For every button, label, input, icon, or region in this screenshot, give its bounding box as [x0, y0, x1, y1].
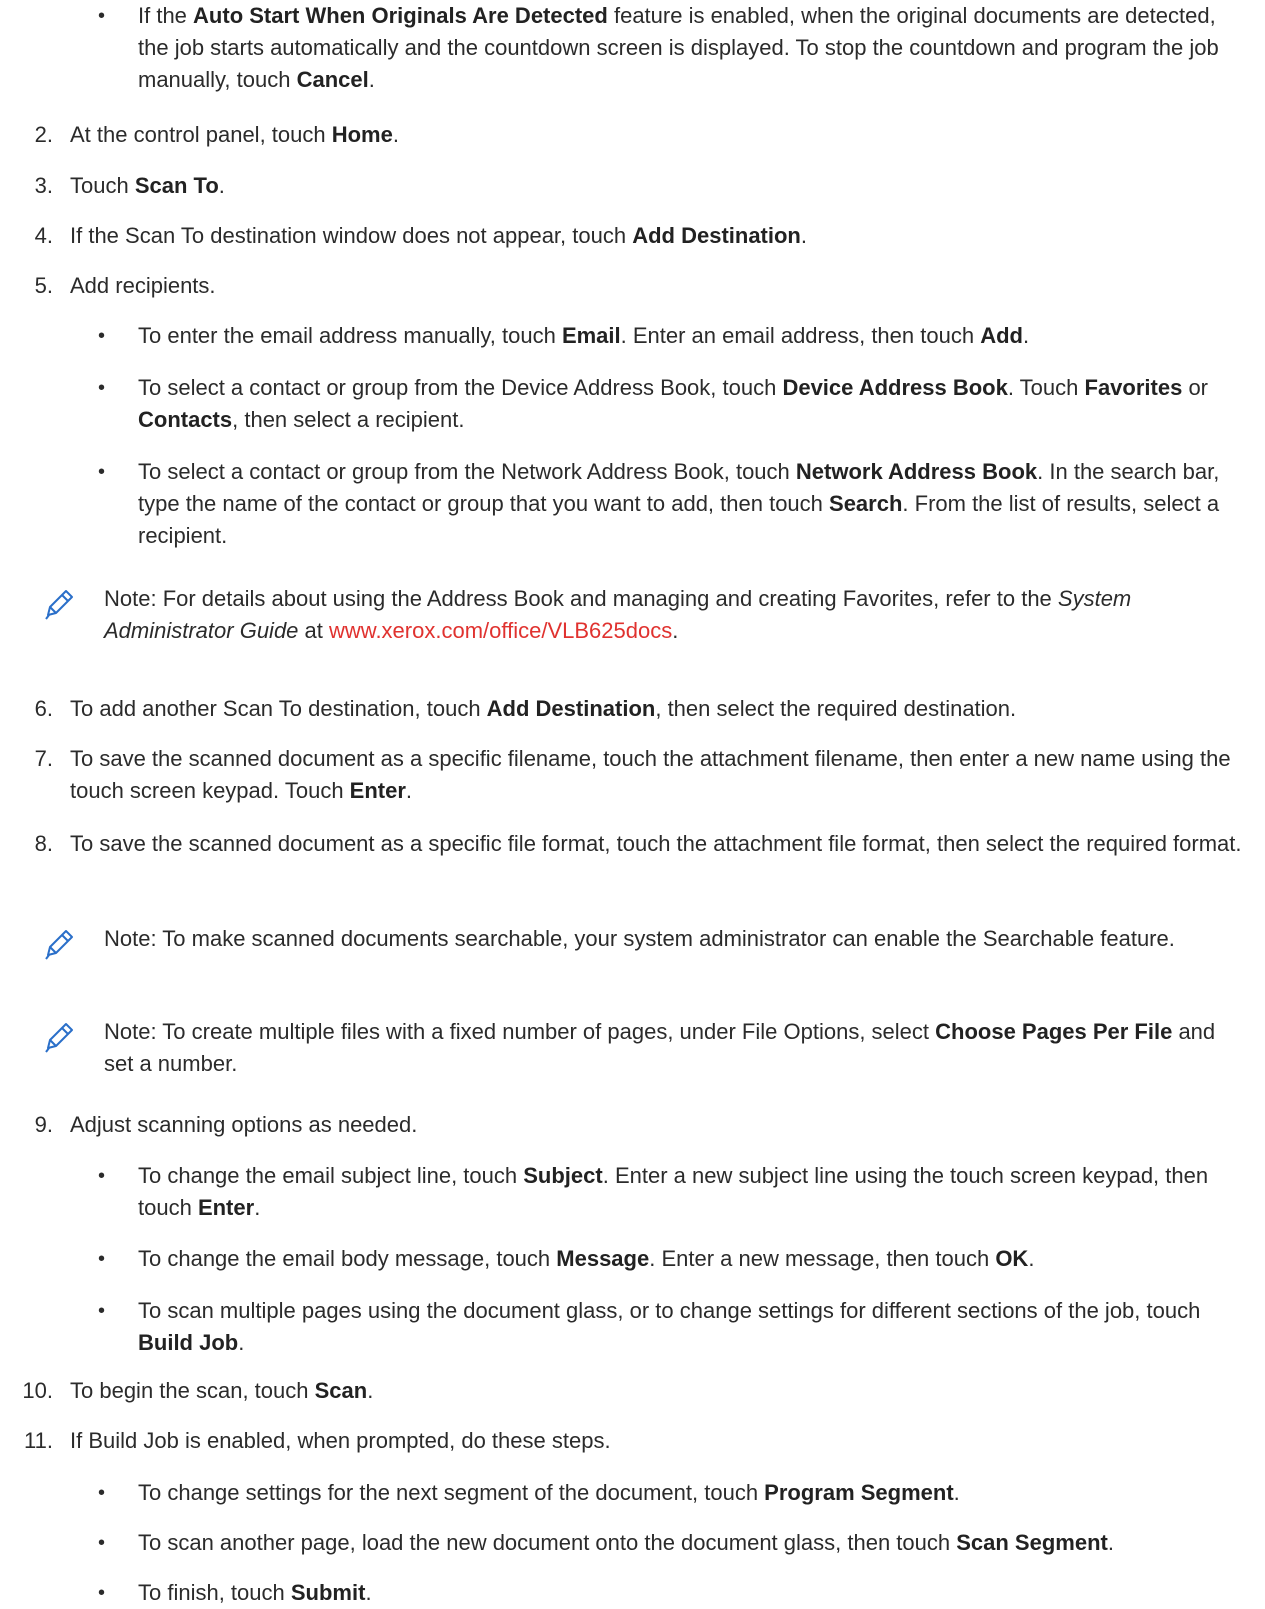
bullet: •: [98, 1532, 106, 1554]
step-number: 6.: [34, 696, 53, 721]
note-text: Note: To create multiple files with a fi…: [104, 1019, 1216, 1076]
document-page: • If the Auto Start When Originals Are D…: [0, 0, 1265, 1605]
step-text: At the control panel, touch Home.: [70, 122, 399, 147]
bullet-text: To scan multiple pages using the documen…: [138, 1298, 1201, 1355]
pencil-icon: [45, 930, 73, 960]
step-number: 3.: [34, 173, 53, 198]
bullet-text: To enter the email address manually, tou…: [138, 323, 1030, 348]
step-text: To begin the scan, touch Scan.: [70, 1378, 374, 1403]
bullet: •: [98, 1165, 106, 1187]
bullet: •: [98, 1582, 106, 1604]
step-text: To save the scanned document as a specif…: [70, 831, 1242, 856]
bullet-text: To scan another page, load the new docum…: [138, 1530, 1114, 1555]
note-text: Note: To make scanned documents searchab…: [104, 926, 1175, 951]
step-number: 9.: [34, 1112, 53, 1137]
step-number: 10.: [22, 1378, 53, 1403]
pencil-icon: [45, 590, 73, 620]
bullet-text: To select a contact or group from the De…: [138, 375, 1209, 432]
bullet-text: To change the email body message, touch …: [138, 1246, 1035, 1271]
step-text: Touch Scan To.: [70, 173, 225, 198]
docs-link[interactable]: www.xerox.com/office/VLB625docs: [329, 618, 672, 643]
step-text: To add another Scan To destination, touc…: [70, 696, 1017, 721]
bullet: •: [98, 1482, 106, 1504]
bullet-text: To change settings for the next segment …: [138, 1480, 960, 1505]
bullet-text: To finish, touch Submit.: [138, 1580, 372, 1605]
bullet: •: [98, 461, 106, 483]
step-text: If the Scan To destination window does n…: [70, 223, 807, 248]
note-text: Note: For details about using the Addres…: [104, 586, 1132, 643]
step-number: 8.: [34, 831, 53, 856]
step-number: 4.: [34, 223, 53, 248]
pencil-icon: [45, 1023, 73, 1053]
bullet-text: To change the email subject line, touch …: [138, 1163, 1209, 1220]
step-text: If Build Job is enabled, when prompted, …: [70, 1428, 611, 1453]
bullet: •: [98, 377, 106, 399]
bullet: •: [98, 325, 106, 347]
step-text: To save the scanned document as a specif…: [70, 746, 1231, 803]
step-number: 2.: [34, 122, 53, 147]
step-number: 7.: [34, 746, 53, 771]
step-text: Adjust scanning options as needed.: [70, 1112, 418, 1137]
bullet: •: [98, 1300, 106, 1322]
list-item: • If the Auto Start When Originals Are D…: [0, 0, 1265, 102]
bullet: •: [98, 1248, 106, 1270]
step-number: 11.: [24, 1428, 53, 1453]
bullet-text: To select a contact or group from the Ne…: [138, 459, 1220, 548]
step-number: 5.: [34, 273, 53, 298]
bullet-text: If the Auto Start When Originals Are Det…: [138, 3, 1219, 92]
bullet: •: [98, 5, 106, 27]
step-text: Add recipients.: [70, 273, 216, 298]
